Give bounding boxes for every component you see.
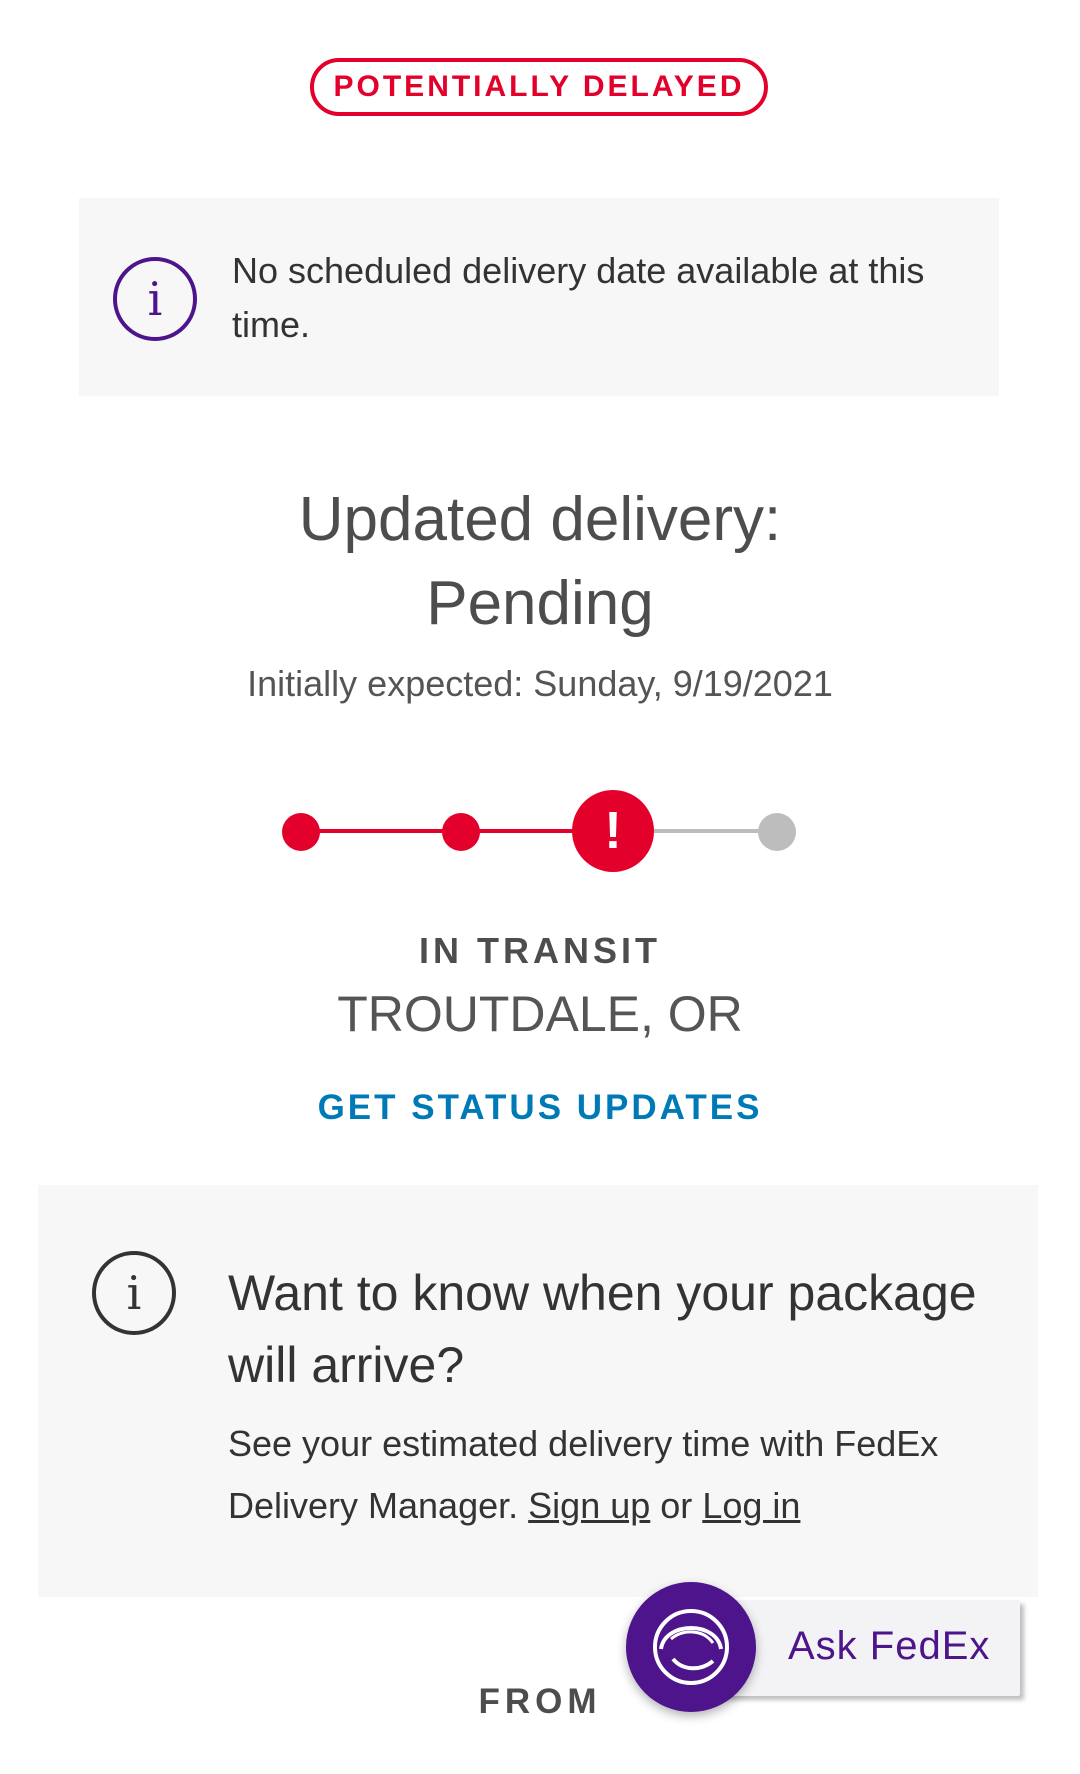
progress-step-3-alert-icon: ! — [572, 790, 654, 872]
promo-or: or — [660, 1485, 693, 1526]
delivery-heading: Updated delivery: — [298, 485, 782, 554]
ask-fedex-chat-button[interactable]: Ask FedEx — [626, 1582, 1026, 1712]
progress-step-2 — [442, 813, 480, 851]
sign-up-link[interactable]: Sign up — [528, 1485, 650, 1526]
notice-message: No scheduled delivery date available at … — [232, 250, 925, 345]
initially-expected: Initially expected: Sunday, 9/19/2021 — [247, 663, 833, 704]
get-status-updates-link[interactable]: GET STATUS UPDATES — [0, 1088, 1080, 1128]
ask-fedex-label: Ask FedEx — [788, 1624, 991, 1668]
progress-step-1 — [282, 813, 320, 851]
log-in-link[interactable]: Log in — [702, 1485, 800, 1526]
ask-fedex-pill[interactable]: Ask FedEx — [718, 1600, 1020, 1696]
progress-segment-remaining — [654, 829, 774, 833]
info-icon: i — [92, 1251, 176, 1335]
shipment-status: IN TRANSIT — [419, 930, 661, 971]
headset-agent-icon[interactable] — [626, 1582, 756, 1712]
status-badge: POTENTIALLY DELAYED — [310, 58, 768, 116]
delivery-notice: i No scheduled delivery date available a… — [79, 198, 999, 396]
shipment-location: TROUTDALE, OR — [337, 986, 743, 1042]
promo-title: Want to know when your package will arri… — [228, 1265, 977, 1393]
delivery-manager-promo: i Want to know when your package will ar… — [38, 1185, 1038, 1597]
delivery-headline: Updated delivery: Pending — [0, 478, 1080, 646]
promo-text: See your estimated delivery time with Fe… — [228, 1413, 1008, 1537]
delivery-value: Pending — [426, 569, 654, 638]
info-icon: i — [113, 257, 197, 341]
progress-tracker: ! — [280, 782, 800, 882]
progress-step-4 — [758, 813, 796, 851]
